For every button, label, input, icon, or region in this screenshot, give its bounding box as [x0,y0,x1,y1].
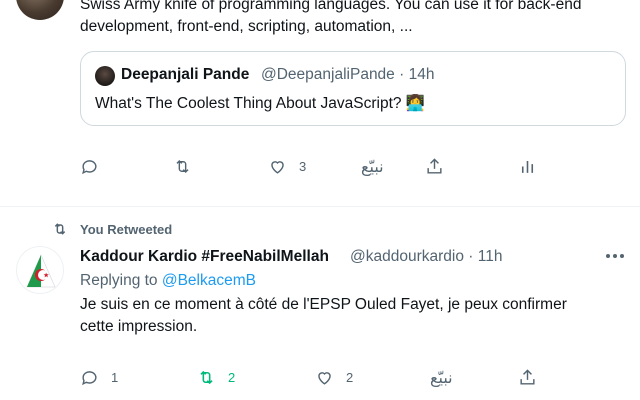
share-icon [427,157,442,174]
tweet-text-line-2: development, front-end, scripting, autom… [80,18,413,35]
more-options-button[interactable] [600,246,630,266]
algeria-flag-icon [26,254,56,288]
quote-author-name: Deepanjali Pande [121,66,250,83]
reply-button[interactable]: 1 [80,362,118,392]
like-count: 3 [299,158,307,174]
author-name[interactable]: Kaddour Kardio #FreeNabilMellah [80,248,329,266]
retweet-icon [54,223,66,235]
retweet-count: 2 [228,369,236,385]
tweet-text-line-1: Je suis en ce moment à côté de l'EPSP Ou… [80,296,567,313]
more-icon [606,254,610,258]
retweet-header-label: You Retweeted [80,221,173,237]
arabic-action-button[interactable]: نبيّع [361,151,384,181]
arabic-action-button[interactable]: نبيّع [430,362,453,392]
tweet-2-actions: 1 2 2 نبيّع [80,362,540,392]
replying-to-link[interactable]: @BelkacemB [162,272,256,289]
avatar[interactable] [16,0,64,20]
tweet-text-line-2: cette impression. [80,318,198,335]
reply-count: 1 [111,369,119,385]
avatar[interactable] [16,246,64,294]
author-handle-time[interactable]: @kaddourkardio · 11h [350,248,502,266]
like-button[interactable]: 3 [268,151,306,181]
reply-button[interactable] [80,151,111,181]
retweet-header: You Retweeted [52,220,172,238]
tweet-1[interactable]: Swiss Army knife of programming language… [0,0,640,207]
share-button[interactable] [425,151,444,181]
like-button[interactable]: 2 [315,362,353,392]
retweet-icon [176,159,189,173]
like-icon [318,371,331,385]
retweet-button[interactable]: 2 [197,362,235,392]
analytics-button[interactable] [518,151,537,181]
like-icon [271,160,284,174]
tweet-text-line-1: Swiss Army knife of programming language… [80,0,582,13]
tweet-1-actions: 3 نبيّع [80,151,560,181]
quoted-tweet[interactable]: Deepanjali Pande @DeepanjaliPande · 14h … [80,51,626,126]
reply-icon [82,370,97,385]
reply-icon [82,159,97,174]
quote-handle-time: @DeepanjaliPande · 14h [261,66,435,83]
like-count: 2 [346,369,354,385]
share-button[interactable] [518,362,537,392]
replying-to: Replying to @BelkacemB [80,272,256,290]
replying-prefix: Replying to [80,272,158,289]
retweet-button[interactable] [173,151,204,181]
quote-avatar [95,66,115,86]
share-icon [520,368,535,385]
analytics-icon [521,160,534,173]
quote-text: What's The Coolest Thing About JavaScrip… [95,95,426,112]
retweet-icon [200,370,213,384]
